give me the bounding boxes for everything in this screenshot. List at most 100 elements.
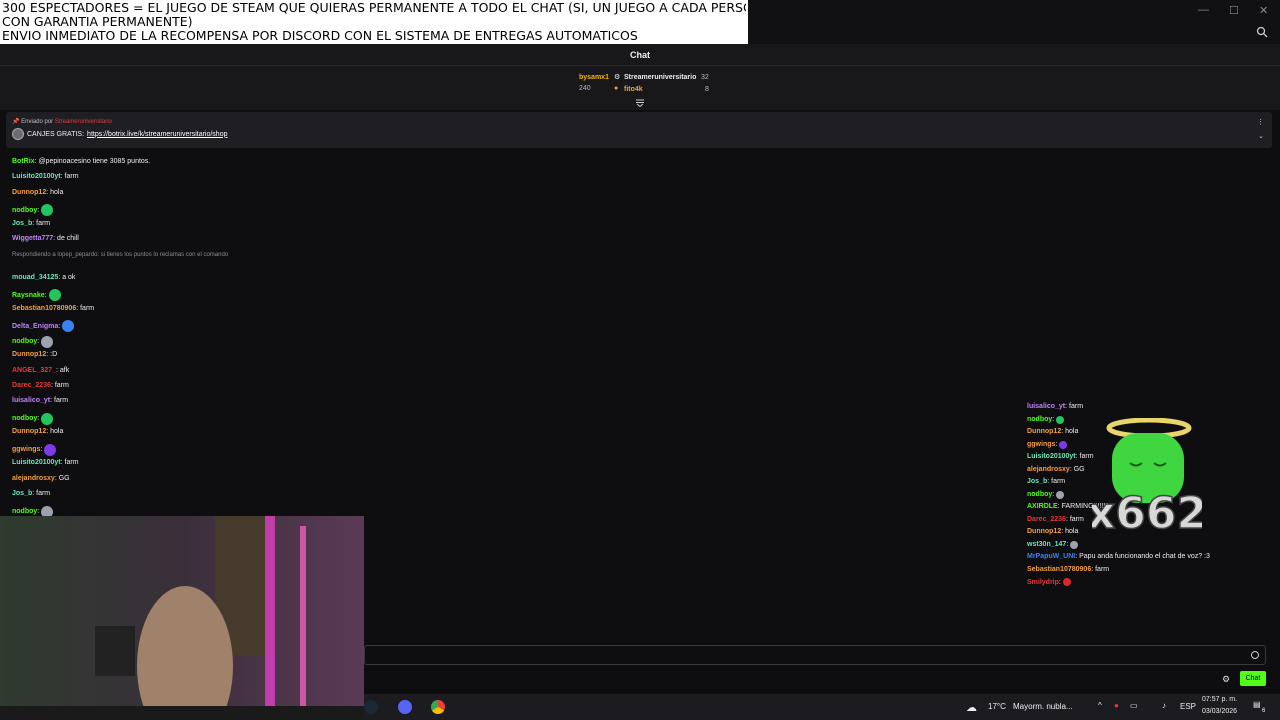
emote-icon [41,335,54,348]
chat-message: alejandrosxy: GG [12,475,70,482]
chat-username[interactable]: BotRix [12,158,35,165]
leaderboard-count-1: 240 [579,85,591,92]
expand-icon[interactable]: ⌄ [1258,132,1264,140]
chat-username[interactable]: Dunnop12 [12,351,46,358]
send-chat-button[interactable]: Chat [1240,671,1266,686]
minimize-icon[interactable]: — [1198,4,1209,16]
notification-count: 6 [1262,708,1266,714]
chat-text: : farm [32,490,51,498]
overlay-text: : farm [1091,565,1110,573]
language-indicator[interactable]: ESP [1180,702,1196,711]
emote-icon [1062,578,1071,586]
chat-message: Dunnop12: :D [12,351,57,358]
overlay-username: nodboy [1027,416,1053,423]
temperature: 17°C [988,702,1006,711]
record-icon[interactable]: ● [1114,701,1119,710]
chat-text: : [37,206,40,214]
chat-username[interactable]: luisalico_yt [12,397,50,404]
search-icon[interactable] [1256,26,1268,38]
weather-text[interactable]: Mayorm. nubla... [1013,702,1073,711]
chat-input[interactable] [364,645,1266,665]
webcam-feed [0,516,364,720]
taskbar [364,694,1280,720]
more-icon[interactable]: ⋮ [1257,118,1264,126]
chat-username[interactable]: Dunnop12 [12,428,46,435]
chat-username[interactable]: Delta_Enigma [12,323,58,330]
chat-text: : [44,291,47,299]
overlay-text: : hola [1061,528,1079,535]
notification-icon[interactable]: ▤ [1253,700,1261,709]
chat-text: : [37,338,40,346]
overlay-username: ggwings [1027,441,1056,448]
shop-link[interactable]: https://botrix.live/k/streameruniversita… [87,131,227,138]
chat-username[interactable]: nodboy [12,338,37,345]
chat-username[interactable]: ANGEL_327_ [12,367,56,374]
chat-username[interactable]: Luisito20100yt [12,459,61,466]
pinned-sender-line: 📌 Enviado por Streameruniversitario [12,118,112,125]
overlay-username: nodboy [1027,491,1053,498]
chat-message: mouad_34125: a ok [12,274,75,281]
overlay-message: Darec_2236 : farm [1027,516,1084,523]
chat-username[interactable]: Luisito20100yt [12,173,61,180]
clock-date[interactable]: 03/03/2026 [1202,708,1237,715]
chat-username[interactable]: nodboy [12,508,37,515]
chat-username[interactable]: Jos_b [12,490,32,497]
chat-message: Dunnop12: hola [12,428,63,435]
chevron-down-icon[interactable] [635,99,645,107]
emote-icon [44,443,57,456]
discord-icon[interactable] [398,700,412,714]
chat-username[interactable]: Dunnop12 [12,189,46,196]
chat-message: Luisito20100yt: farm [12,173,79,180]
window-titlebar: — ☐ ✕ [748,0,1280,44]
chat-message: Darec_2236: farm [12,382,69,389]
chat-message: ANGEL_327_: afk [12,367,69,374]
chat-text: : hola [46,428,64,436]
pinned-sender-name[interactable]: Streameruniversitario [55,119,112,125]
chat-username[interactable]: mouad_34125 [12,274,58,281]
overlay-username: wst30n_147 [1027,541,1067,548]
chat-username[interactable]: nodboy [12,207,37,214]
avatar [12,128,24,140]
overlay-text: : [1052,416,1055,423]
network-icon[interactable]: ▭ [1130,701,1138,710]
overlay-username: Smilydrip [1027,578,1059,586]
reply-note: Respondiendo a lopep_pepardo: si tienes … [12,252,229,258]
gear-icon[interactable]: ⚙ [1222,674,1230,685]
clock-time[interactable]: 07:57 p. m. [1202,696,1237,703]
chat-username[interactable]: Jos_b [12,220,32,227]
chat-message: ggwings: [12,443,57,456]
emote-icon [41,204,54,217]
chat-username[interactable]: alejandrosxy [12,475,55,482]
chat-username[interactable]: Wiggetta777 [12,235,53,242]
chrome-icon[interactable] [431,700,445,714]
chat-username[interactable]: Raysnake [12,292,45,299]
chat-username[interactable]: nodboy [12,415,37,422]
emoji-icon[interactable] [1251,651,1259,659]
chat-text: : farm [50,397,69,405]
maximize-icon[interactable]: ☐ [1229,4,1239,17]
overlay-message: nodboy : [1027,490,1065,499]
overlay-text: : farm [1075,453,1094,460]
close-icon[interactable]: ✕ [1259,4,1268,17]
chat-message: nodboy: [12,204,54,217]
chat-username[interactable]: Sebastian10780906 [12,305,76,312]
banner-line-3: ENVIO INMEDIATO DE LA RECOMPENSA POR DIS… [2,29,638,43]
emote-icon [41,412,54,425]
leaderboard-user-2[interactable]: Streameruniversitario [624,74,696,81]
chat-message: nodboy: [12,335,54,348]
leaderboard-user-3[interactable]: fito4k [624,86,643,93]
leaderboard-user-1[interactable]: bysamx1 [579,74,609,81]
overlay-username: Sebastian10780906 [1027,565,1092,573]
overlay-username: Luisito20100yt [1027,453,1076,460]
stream-banner: 300 ESPECTADORES = EL JUEGO DE STEAM QUE… [0,0,748,44]
overlay-text: : farm [1065,515,1084,523]
overlay-username: Jos_b [1027,478,1048,485]
tray-chevron-icon[interactable]: ^ [1098,701,1102,710]
steam-icon[interactable] [364,700,378,714]
chat-text: : farm [60,173,79,181]
chat-username[interactable]: ggwings [12,446,40,453]
chat-text: : de chill [53,235,79,243]
overlay-username: MrPapuW_UNI [1027,553,1076,560]
volume-icon[interactable]: ♪ [1162,701,1166,710]
chat-username[interactable]: Darec_2236 [12,382,51,389]
